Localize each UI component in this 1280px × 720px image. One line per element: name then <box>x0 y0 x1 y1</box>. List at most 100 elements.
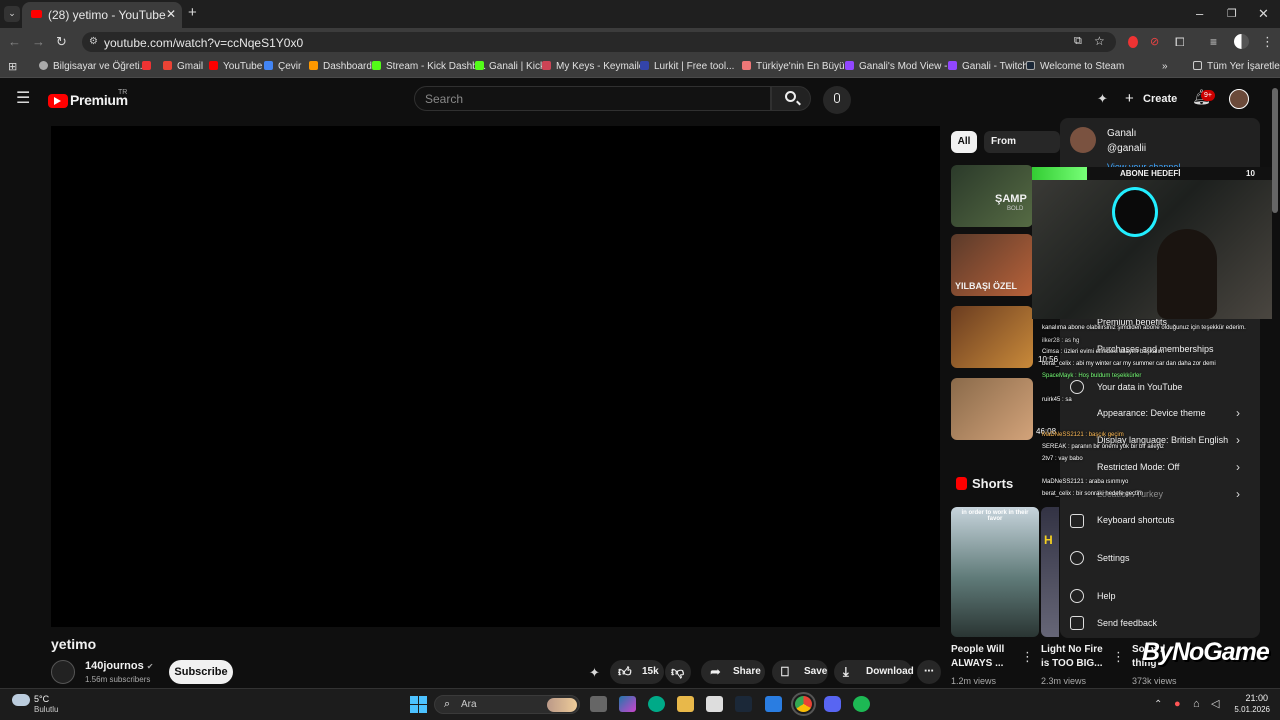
copilot-icon[interactable] <box>619 696 636 712</box>
mic-tray-icon[interactable]: ● <box>1174 697 1181 711</box>
bookmark-item[interactable] <box>142 56 156 78</box>
search-input[interactable]: Search <box>414 86 771 111</box>
edge-icon[interactable] <box>648 696 665 712</box>
chat-message: 2tv7 : vay babo <box>1042 456 1083 462</box>
address-bar[interactable]: ⚙ youtube.com/watch?v=ccNqeS1Y0x0 ⧉ ☆ <box>82 32 1116 52</box>
short-thumbnail[interactable]: in order to work in their favor <box>951 507 1039 637</box>
bookmark-star-icon[interactable]: ☆ <box>1094 34 1105 48</box>
bookmark-item[interactable]: My Keys - Keymailer <box>542 56 648 78</box>
bookmark-item[interactable]: Ganali - Twitch <box>948 56 1028 78</box>
bookmark-icon: ⎕ <box>781 664 789 679</box>
bookmark-item[interactable]: Gmail <box>163 56 203 78</box>
bookmark-item[interactable]: Dashboard <box>309 56 372 78</box>
extensions-puzzle-icon[interactable]: ⧠ <box>1175 35 1185 49</box>
download-button[interactable]: ⤓ Download <box>834 660 914 684</box>
steam-icon[interactable] <box>735 696 752 712</box>
menu-appearance[interactable]: Appearance: Device theme <box>1097 408 1206 418</box>
menu-settings[interactable]: Settings <box>1097 553 1130 563</box>
create-button[interactable]: + Create <box>1121 88 1177 110</box>
weather-cloud-icon[interactable] <box>12 694 30 706</box>
tab-list-icon[interactable]: ⌄ <box>4 6 20 22</box>
sparkle-icon[interactable]: ✦ <box>1097 92 1108 106</box>
subscribe-button[interactable]: Subscribe <box>169 660 233 684</box>
bookmark-item[interactable]: YouTube <box>209 56 262 78</box>
media-control-icon[interactable]: ≡ <box>1210 35 1217 49</box>
forward-icon[interactable]: → <box>32 35 45 49</box>
video-player[interactable] <box>51 126 940 627</box>
install-app-icon[interactable]: ⧉ <box>1074 35 1082 48</box>
store-icon[interactable] <box>706 696 723 712</box>
discord-icon[interactable] <box>824 696 841 712</box>
browser-menu-icon[interactable]: ⋮ <box>1261 35 1274 49</box>
browser-tab[interactable]: (28) yetimo - YouTube ✕ <box>22 2 182 28</box>
extension-red-icon[interactable] <box>1128 36 1138 48</box>
bookmark-item[interactable]: Bilgisayar ve Öğreti... <box>39 56 148 78</box>
apps-grid-icon[interactable]: ⊞ <box>8 60 17 74</box>
profile-avatar-icon[interactable] <box>1234 34 1249 49</box>
taskbar-search[interactable]: ⌕ Ara <box>434 695 580 714</box>
share-button[interactable]: ➦ Share <box>701 660 765 684</box>
menu-keyboard-shortcuts[interactable]: Keyboard shortcuts <box>1097 515 1175 525</box>
taskbar-clock[interactable]: 21:00 <box>1232 693 1268 703</box>
related-video-thumbnail[interactable]: YILBAŞI ÖZEL <box>951 234 1033 296</box>
bookmark-item[interactable]: Türkiye'nin En Büyü... <box>742 56 853 78</box>
short-views: 373k views <box>1132 676 1177 686</box>
dislike-button[interactable]: 👎︎ <box>665 660 691 684</box>
guide-menu-icon[interactable]: ☰ <box>16 91 30 107</box>
tray-overflow-icon[interactable]: ⌃ <box>1154 698 1162 712</box>
task-view-icon[interactable] <box>590 696 607 712</box>
short-title[interactable]: People Will ALWAYS ... <box>951 643 1023 671</box>
extension-adblock-icon[interactable]: ⊘ <box>1150 35 1159 49</box>
avatar[interactable] <box>1229 89 1249 109</box>
save-button[interactable]: ⎕ Save <box>772 660 828 684</box>
search-button[interactable] <box>771 86 811 111</box>
bookmark-item[interactable]: Lurkit | Free tool... <box>640 56 734 78</box>
like-button[interactable]: 👍︎ 15k <box>610 660 664 684</box>
all-bookmarks[interactable]: Tüm Yer İşaretleri <box>1193 56 1280 78</box>
network-icon[interactable]: ⌂ <box>1193 697 1200 711</box>
short-thumbnail[interactable]: H <box>1041 507 1059 637</box>
maximize-icon[interactable]: ❐ <box>1227 7 1237 21</box>
bookmark-item[interactable]: Stream - Kick Dashb... <box>372 56 486 78</box>
minimize-icon[interactable]: – <box>1196 7 1203 21</box>
short-title[interactable]: Light No Fire is TOO BIG... <box>1041 643 1113 671</box>
weather-temp[interactable]: 5°C <box>34 694 49 704</box>
short-more-icon[interactable]: ⋮ <box>1021 650 1034 664</box>
more-bookmarks-icon[interactable]: » <box>1162 56 1168 78</box>
file-explorer-icon[interactable] <box>677 696 694 712</box>
back-icon[interactable]: ← <box>8 35 21 49</box>
menu-restricted-mode[interactable]: Restricted Mode: Off <box>1097 462 1179 472</box>
bookmark-item[interactable]: Ganali's Mod View -... <box>845 56 956 78</box>
related-video-thumbnail[interactable]: ŞAMP BOLD <box>951 165 1033 227</box>
chrome-icon[interactable] <box>791 692 816 716</box>
channel-avatar[interactable] <box>51 660 75 684</box>
related-video-thumbnail[interactable] <box>951 378 1033 440</box>
reload-icon[interactable]: ↻ <box>56 35 67 49</box>
page-scrollbar[interactable] <box>1272 88 1278 213</box>
keymailer-icon <box>542 61 551 70</box>
bookmark-item[interactable]: Welcome to Steam <box>1026 56 1124 78</box>
site-info-icon[interactable]: ⚙ <box>89 36 98 47</box>
new-tab-icon[interactable]: + <box>188 5 197 20</box>
chevron-right-icon: › <box>1236 487 1240 501</box>
chip-all[interactable]: All <box>951 131 977 153</box>
spotify-icon[interactable] <box>853 696 870 712</box>
ask-sparkle-icon[interactable]: ✦ <box>589 666 600 680</box>
menu-your-data[interactable]: Your data in YouTube <box>1097 382 1182 392</box>
windows-start-icon[interactable] <box>410 696 427 713</box>
short-more-icon[interactable]: ⋮ <box>1112 650 1125 664</box>
close-tab-icon[interactable]: ✕ <box>166 7 176 21</box>
related-video-thumbnail[interactable] <box>951 306 1033 368</box>
bookmark-item[interactable]: Ganali | Kick <box>475 56 545 78</box>
menu-help[interactable]: Help <box>1097 591 1116 601</box>
voice-search-button[interactable] <box>823 86 851 114</box>
volume-icon[interactable]: ◁ <box>1211 697 1219 711</box>
channel-name[interactable]: 140journos ✔ <box>85 660 153 672</box>
close-window-icon[interactable]: ✕ <box>1258 7 1269 21</box>
menu-send-feedback[interactable]: Send feedback <box>1097 618 1157 628</box>
more-actions-icon[interactable]: ⋯ <box>917 660 941 684</box>
bookmark-item[interactable]: Çevir <box>264 56 301 78</box>
mail-icon[interactable] <box>765 696 782 712</box>
folder-icon <box>1193 61 1202 70</box>
chip-from-channel[interactable]: From 140journo <box>984 131 1060 153</box>
